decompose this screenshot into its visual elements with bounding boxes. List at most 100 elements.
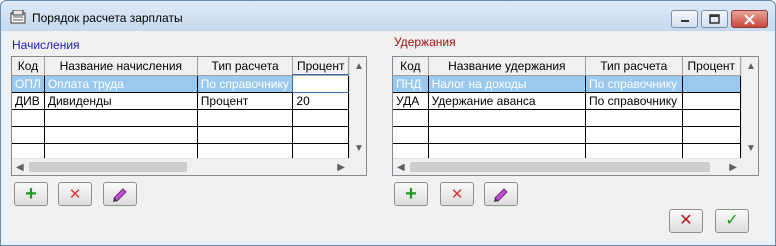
accruals-table: Код Название начисления Тип расчета Проц…	[12, 57, 349, 158]
cell-type[interactable]: По справочнику	[585, 75, 683, 93]
cell-code[interactable]: УДА	[393, 92, 429, 110]
scroll-down-icon[interactable]: ▼	[746, 144, 756, 154]
cell-percent[interactable]	[682, 126, 741, 144]
deductions-table: Код Название удержания Тип расчета Проце…	[393, 57, 741, 158]
cell-code[interactable]	[393, 143, 429, 158]
table-row[interactable]: ОПЛ Оплата труда По справочнику	[12, 74, 349, 93]
dialog-window: Порядок расчета зарплаты Начисления Код …	[0, 0, 776, 246]
cell-percent[interactable]	[292, 143, 349, 158]
cancel-button[interactable]: ✕	[669, 209, 703, 233]
cell-type[interactable]: По справочнику	[585, 92, 683, 110]
cell-type[interactable]	[585, 126, 683, 144]
cell-type[interactable]	[585, 109, 683, 127]
cell-code[interactable]	[12, 126, 45, 144]
cell-name[interactable]: Налог на доходы	[428, 75, 587, 93]
cell-code[interactable]: ОПЛ	[12, 75, 45, 93]
scroll-down-icon[interactable]: ▼	[354, 144, 364, 154]
column-header-name[interactable]: Название начисления	[44, 57, 198, 76]
add-deduction-button[interactable]: +	[394, 182, 428, 206]
scroll-corner	[741, 158, 758, 175]
edit-accrual-button[interactable]	[103, 182, 137, 206]
checkmark-icon: ✓	[725, 212, 739, 229]
deductions-grid[interactable]: Код Название удержания Тип расчета Проце…	[392, 56, 759, 176]
maximize-button[interactable]	[701, 10, 728, 28]
cell-code[interactable]: ДИВ	[12, 92, 45, 110]
scroll-thumb[interactable]	[29, 162, 187, 172]
cell-name[interactable]	[428, 126, 587, 144]
cell-percent[interactable]	[292, 109, 349, 127]
column-header-type[interactable]: Тип расчета	[197, 57, 294, 76]
accruals-label: Начисления	[12, 38, 80, 52]
vertical-scrollbar[interactable]: ▲ ▼	[349, 57, 366, 158]
cell-name[interactable]: Удержание аванса	[428, 92, 587, 110]
cell-type[interactable]	[197, 109, 294, 127]
add-accrual-button[interactable]: +	[14, 182, 48, 206]
cell-name[interactable]	[44, 126, 198, 144]
cell-code[interactable]	[12, 109, 45, 127]
cell-name[interactable]: Оплата труда	[44, 75, 198, 93]
cell-type[interactable]: Процент	[197, 92, 294, 110]
table-row[interactable]	[12, 109, 349, 127]
pencil-edit-icon	[113, 188, 127, 202]
table-row[interactable]	[393, 143, 741, 158]
table-row[interactable]	[393, 109, 741, 127]
cell-name[interactable]	[428, 109, 587, 127]
column-header-name[interactable]: Название удержания	[428, 57, 587, 76]
deductions-label: Удержания	[394, 35, 456, 49]
column-header-code[interactable]: Код	[12, 57, 45, 76]
column-header-percent[interactable]: Процент	[682, 57, 741, 76]
scroll-left-icon[interactable]: ◀	[16, 163, 24, 173]
delete-deduction-button[interactable]: ✕	[440, 182, 474, 206]
cell-percent[interactable]	[682, 143, 741, 158]
cell-type[interactable]: По справочнику	[197, 75, 294, 93]
scroll-right-icon[interactable]: ▶	[729, 163, 737, 173]
vertical-scrollbar[interactable]: ▲ ▼	[741, 57, 758, 158]
cell-name[interactable]	[44, 109, 198, 127]
cell-type[interactable]	[585, 143, 683, 158]
accruals-grid[interactable]: Код Название начисления Тип расчета Проц…	[11, 56, 367, 176]
table-row[interactable]: ДИВ Дивиденды Процент 20	[12, 92, 349, 110]
scroll-up-icon[interactable]: ▲	[354, 62, 364, 72]
cell-percent[interactable]	[682, 75, 741, 93]
close-button[interactable]	[731, 10, 768, 28]
cell-type[interactable]	[197, 143, 294, 158]
column-header-percent[interactable]: Процент	[292, 57, 349, 76]
cell-percent[interactable]	[291, 74, 349, 93]
scroll-thumb[interactable]	[410, 162, 710, 172]
edit-deduction-button[interactable]	[484, 182, 518, 206]
cell-code[interactable]	[12, 143, 45, 158]
horizontal-scrollbar[interactable]: ◀ ▶	[393, 158, 741, 175]
minimize-button[interactable]	[671, 10, 698, 28]
delete-x-icon: ✕	[450, 185, 464, 203]
cell-code[interactable]	[393, 126, 429, 144]
scroll-up-icon[interactable]: ▲	[746, 62, 756, 72]
ok-button[interactable]: ✓	[715, 209, 749, 233]
cell-code[interactable]	[393, 109, 429, 127]
cell-percent[interactable]: 20	[292, 92, 349, 110]
cell-percent[interactable]	[292, 126, 349, 144]
horizontal-scrollbar[interactable]: ◀ ▶	[12, 158, 349, 175]
table-row[interactable]	[12, 143, 349, 158]
column-header-code[interactable]: Код	[393, 57, 429, 76]
table-row[interactable]: УДА Удержание аванса По справочнику	[393, 92, 741, 110]
cell-name[interactable]	[44, 143, 198, 158]
window-title: Порядок расчета зарплаты	[32, 11, 183, 25]
scroll-left-icon[interactable]: ◀	[397, 163, 405, 173]
cell-percent[interactable]	[682, 109, 741, 127]
column-header-type[interactable]: Тип расчета	[585, 57, 683, 76]
cell-name[interactable]: Дивиденды	[44, 92, 198, 110]
table-row[interactable]	[12, 126, 349, 144]
scroll-right-icon[interactable]: ▶	[337, 163, 345, 173]
minimize-icon	[680, 20, 689, 22]
delete-x-icon: ✕	[68, 185, 82, 203]
cell-percent[interactable]	[682, 92, 741, 110]
dialog-body: Начисления Код Название начисления Тип р…	[7, 31, 769, 241]
app-icon	[10, 10, 26, 24]
table-row[interactable]: ПНД Налог на доходы По справочнику	[393, 75, 741, 93]
cell-type[interactable]	[197, 126, 294, 144]
delete-accrual-button[interactable]: ✕	[58, 182, 92, 206]
scroll-corner	[349, 158, 366, 175]
table-row[interactable]	[393, 126, 741, 144]
cell-code[interactable]: ПНД	[393, 75, 429, 93]
cell-name[interactable]	[428, 143, 587, 158]
